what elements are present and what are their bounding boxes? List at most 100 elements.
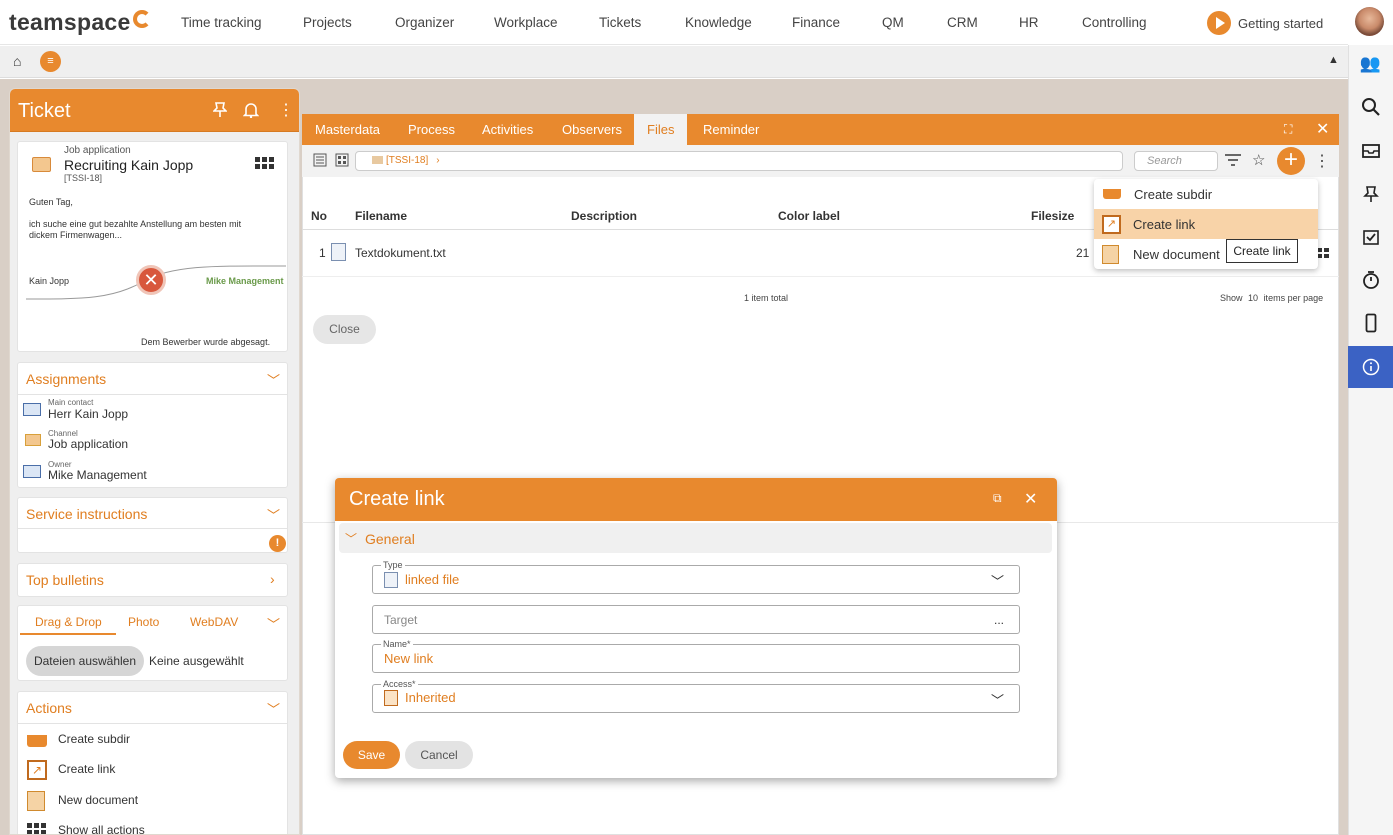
choose-files-button[interactable]: Dateien auswählen <box>26 646 144 676</box>
chevron-down-icon[interactable]: ﹀ <box>991 571 1004 590</box>
nav-projects[interactable]: Projects <box>303 15 352 30</box>
access-select[interactable] <box>372 684 1020 713</box>
type-select[interactable] <box>372 565 1020 594</box>
more-icon[interactable]: ⋮ <box>278 100 294 120</box>
general-section-header[interactable] <box>339 523 1052 553</box>
message-line-1: Guten Tag, <box>29 197 73 207</box>
filter-icon[interactable] <box>1224 153 1242 170</box>
chevron-down-icon[interactable]: ﹀ <box>345 530 357 547</box>
col-color-label[interactable]: Color label <box>778 209 840 223</box>
chevron-down-icon[interactable]: ﹀ <box>267 370 280 389</box>
tasks-icon[interactable] <box>1348 216 1393 258</box>
nav-workplace[interactable]: Workplace <box>494 15 558 30</box>
main-contact-value[interactable]: Herr Kain Jopp <box>48 407 128 421</box>
action-create-subdir[interactable]: Create subdir <box>58 732 130 746</box>
tab-observers[interactable]: Observers <box>549 114 635 145</box>
actions-title[interactable]: Actions <box>26 700 72 716</box>
menu-item-create-subdir[interactable]: Create subdir <box>1094 179 1318 209</box>
list-view-icon[interactable] <box>313 153 327 170</box>
grid-icon[interactable] <box>255 157 275 174</box>
per-page-suffix: items per page <box>1263 293 1324 303</box>
nav-crm[interactable]: CRM <box>947 15 978 30</box>
close-button[interactable]: Close <box>313 315 376 344</box>
nav-finance[interactable]: Finance <box>792 15 840 30</box>
tab-process[interactable]: Process <box>395 114 468 145</box>
stopwatch-icon[interactable] <box>1348 259 1393 301</box>
restore-icon[interactable]: ⧉ <box>993 491 1002 506</box>
row-grid-icon[interactable] <box>1317 247 1330 262</box>
nav-time-tracking[interactable]: Time tracking <box>181 15 262 30</box>
action-new-document[interactable]: New document <box>58 793 138 807</box>
nav-organizer[interactable]: Organizer <box>395 15 454 30</box>
action-create-link[interactable]: Create link <box>58 762 115 776</box>
service-instructions-title[interactable]: Service instructions <box>26 506 147 522</box>
getting-started-button[interactable]: Getting started <box>1207 10 1323 36</box>
tab-activities[interactable]: Activities <box>469 114 546 145</box>
nav-qm[interactable]: QM <box>882 15 904 30</box>
chevron-down-icon[interactable]: ﹀ <box>267 699 280 718</box>
name-input[interactable] <box>372 644 1020 673</box>
breadcrumb-path[interactable]: [TSSI-18] › <box>355 151 1123 171</box>
col-no[interactable]: No <box>311 209 327 223</box>
search-input[interactable]: Search <box>1134 151 1218 171</box>
target-input[interactable] <box>372 605 1020 634</box>
col-filename[interactable]: Filename <box>355 209 407 223</box>
col-description[interactable]: Description <box>571 209 637 223</box>
browse-target-button[interactable]: ... <box>994 613 1004 627</box>
nav-tickets[interactable]: Tickets <box>599 15 641 30</box>
name-value[interactable]: New link <box>384 651 433 666</box>
page-size-control[interactable]: Show 10 items per page <box>1220 293 1323 303</box>
chevron-down-icon[interactable]: ﹀ <box>991 690 1004 709</box>
tab-photo[interactable]: Photo <box>128 615 159 629</box>
chevron-right-icon[interactable]: › <box>270 571 275 587</box>
star-icon[interactable]: ☆ <box>1252 151 1265 169</box>
mobile-icon[interactable] <box>1348 302 1393 344</box>
home-icon[interactable]: ⌂ <box>13 53 21 69</box>
nav-hr[interactable]: HR <box>1019 15 1039 30</box>
inbox-icon[interactable] <box>1348 129 1393 171</box>
breadcrumb-item[interactable]: [TSSI-18] <box>386 155 428 166</box>
more-icon[interactable]: ⋮ <box>1314 151 1330 171</box>
channel-value[interactable]: Job application <box>48 437 128 451</box>
bell-icon[interactable] <box>242 102 260 122</box>
nav-controlling[interactable]: Controlling <box>1082 15 1147 30</box>
total-items: 1 item total <box>744 293 789 303</box>
chevron-down-icon[interactable]: ﹀ <box>267 505 280 524</box>
pin-icon[interactable] <box>1348 173 1393 215</box>
target-placeholder: Target <box>384 613 418 627</box>
close-icon[interactable]: ✕ <box>1024 489 1037 509</box>
maximize-icon[interactable]: ⛶ <box>1284 122 1292 137</box>
close-icon[interactable]: ✕ <box>1316 119 1329 139</box>
row-filename[interactable]: Textdokument.txt <box>355 246 446 260</box>
link-icon: ↗ <box>27 760 47 780</box>
pin-icon[interactable] <box>212 102 228 122</box>
search-icon[interactable] <box>1348 86 1393 128</box>
save-button[interactable]: Save <box>343 741 400 769</box>
action-show-all[interactable]: Show all actions <box>58 823 145 834</box>
top-bulletins-title[interactable]: Top bulletins <box>26 572 104 588</box>
chevron-down-icon[interactable]: ﹀ <box>267 614 280 633</box>
tile-view-icon[interactable] <box>335 153 349 170</box>
user-avatar[interactable] <box>1355 7 1384 36</box>
ticket-name: Recruiting Kain Jopp <box>64 157 194 173</box>
cancel-button[interactable]: Cancel <box>405 741 473 769</box>
tab-webdav[interactable]: WebDAV <box>190 615 238 629</box>
name-label: Name* <box>381 639 413 649</box>
add-button[interactable]: + <box>1277 147 1305 175</box>
per-page-value[interactable]: 10 <box>1248 293 1258 303</box>
tab-files[interactable]: Files <box>634 114 688 145</box>
tab-masterdata[interactable]: Masterdata <box>302 114 393 145</box>
owner-value[interactable]: Mike Management <box>48 468 147 482</box>
collapse-icon[interactable]: ▲ <box>1328 54 1339 66</box>
menu-item-create-link[interactable]: ↗ Create link <box>1094 209 1318 239</box>
nav-knowledge[interactable]: Knowledge <box>685 15 752 30</box>
assignments-title[interactable]: Assignments <box>26 371 106 387</box>
menu-icon[interactable]: ≡ <box>40 51 61 72</box>
info-icon[interactable] <box>1348 346 1393 388</box>
col-filesize[interactable]: Filesize <box>1031 209 1074 223</box>
tab-reminder[interactable]: Reminder <box>690 114 772 145</box>
tab-drag-drop[interactable]: Drag & Drop <box>35 615 102 629</box>
contacts-icon[interactable]: 👥 <box>1348 43 1393 85</box>
link-icon: ↗ <box>1102 214 1121 234</box>
app-logo[interactable]: teamspace <box>9 9 151 36</box>
